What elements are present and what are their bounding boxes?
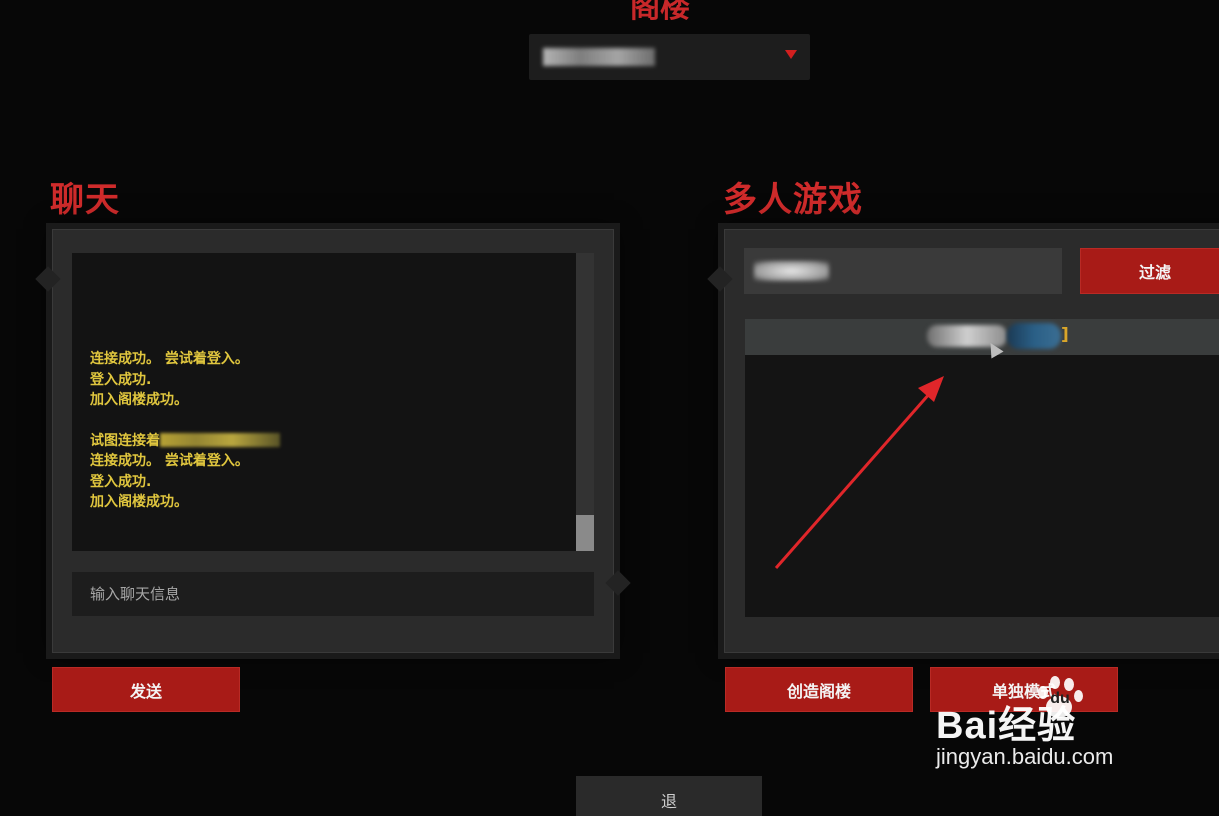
chat-message: 试图连接着 bbox=[90, 431, 280, 452]
send-button[interactable]: 发送 bbox=[52, 667, 240, 712]
watermark-url: jingyan.baidu.com bbox=[936, 744, 1114, 769]
create-lobby-button[interactable]: 创造阁楼 bbox=[725, 667, 913, 712]
chat-message: 加入阁楼成功。 bbox=[90, 494, 188, 510]
chat-title: 聊天 bbox=[50, 180, 120, 220]
chat-message: 登入成功. bbox=[90, 473, 152, 490]
caret-down-icon bbox=[785, 50, 797, 59]
dropdown-selected-value-blurred bbox=[543, 48, 655, 66]
chat-input[interactable] bbox=[72, 572, 594, 616]
chat-scrollbar[interactable] bbox=[576, 253, 594, 551]
blurred-server-name bbox=[160, 432, 280, 447]
exit-button[interactable]: 退 bbox=[576, 776, 762, 816]
chat-message: 连接成功。 尝试着登入。 bbox=[90, 453, 249, 469]
lobby-row-bracket: ] bbox=[1061, 325, 1069, 345]
chat-message-text: 试图连接着 bbox=[90, 432, 160, 449]
chat-message: 连接成功。 尝试着登入。 bbox=[90, 351, 249, 367]
chat-log[interactable]: 连接成功。 尝试着登入。 登入成功. 加入阁楼成功。 试图连接着 连接成功。 尝… bbox=[72, 253, 594, 551]
search-text-blurred bbox=[754, 261, 829, 281]
filter-button[interactable]: 过滤 bbox=[1080, 248, 1219, 294]
arrow-head-icon bbox=[918, 376, 944, 402]
single-player-button[interactable]: 单独模式 bbox=[930, 667, 1118, 712]
chat-message: 加入阁楼成功。 bbox=[90, 392, 188, 408]
lobby-avatar-blurred bbox=[1007, 323, 1061, 349]
chat-message-spacer bbox=[90, 411, 280, 431]
chat-scrollbar-thumb[interactable] bbox=[576, 515, 594, 551]
chat-input-field[interactable] bbox=[72, 572, 594, 616]
multiplayer-title: 多人游戏 bbox=[723, 180, 863, 220]
chat-messages: 连接成功。 尝试着登入。 登入成功. 加入阁楼成功。 试图连接着 连接成功。 尝… bbox=[90, 349, 280, 513]
page-title: 阁楼 bbox=[630, 0, 690, 25]
chat-message: 登入成功. bbox=[90, 371, 152, 388]
lobby-dropdown[interactable] bbox=[529, 34, 810, 80]
red-arrow-annotation bbox=[774, 376, 944, 569]
arrow-shaft bbox=[774, 383, 940, 569]
lobby-row[interactable]: ] bbox=[745, 319, 1219, 355]
lobby-search-input[interactable] bbox=[744, 248, 1062, 294]
